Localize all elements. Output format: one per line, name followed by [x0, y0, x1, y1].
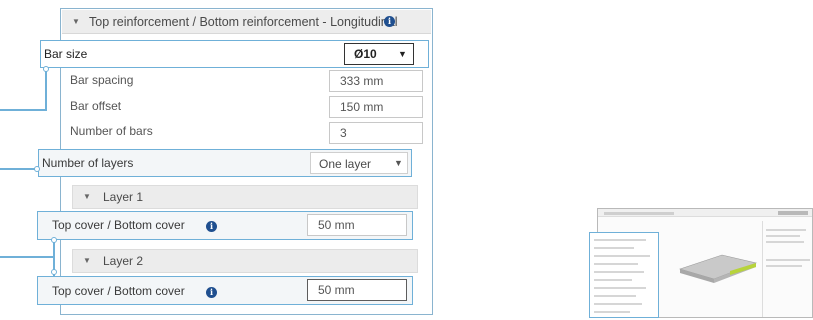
collapse-triangle-icon[interactable]: ▼ — [72, 10, 80, 34]
leader-dot — [34, 166, 40, 172]
leader-dot — [51, 237, 57, 243]
thumbnail-text — [594, 287, 646, 289]
bar-spacing-label: Bar spacing — [70, 73, 134, 87]
number-of-layers-label: Number of layers — [42, 156, 134, 170]
layer-1-title: Layer 1 — [103, 190, 144, 204]
collapse-triangle-icon[interactable]: ▼ — [83, 186, 91, 208]
leader-line — [0, 168, 38, 170]
thumbnail-text — [594, 279, 632, 281]
thumbnail-text — [594, 295, 636, 297]
thumbnail-text — [766, 241, 804, 243]
layer-2-cover-label: Top cover / Bottom cover — [52, 284, 185, 298]
bar-offset-input[interactable]: 150 mm — [329, 96, 423, 118]
thumbnail-toolbar-items — [604, 212, 674, 215]
number-of-layers-dropdown[interactable]: One layer ▼ — [310, 152, 408, 174]
number-of-layers-value: One layer — [319, 157, 372, 171]
layer-2-cover-input[interactable]: 50 mm — [307, 279, 407, 301]
thumbnail-text — [594, 255, 650, 257]
bar-size-value: Ø10 — [354, 47, 377, 61]
layer-1-cover-input[interactable]: 50 mm — [307, 214, 407, 236]
bar-spacing-input[interactable]: 333 mm — [329, 70, 423, 92]
layer-2-title: Layer 2 — [103, 254, 144, 268]
thumbnail-properties-panel — [589, 232, 659, 318]
thumbnail-text — [594, 247, 634, 249]
section-title: Top reinforcement / Bottom reinforcement… — [89, 15, 398, 29]
thumbnail-text — [766, 259, 810, 261]
bar-offset-label: Bar offset — [70, 99, 122, 113]
leader-line — [0, 109, 47, 111]
thumbnail-text — [766, 235, 800, 237]
section-header[interactable]: ▼ Top reinforcement / Bottom reinforceme… — [62, 10, 431, 34]
thumbnail-text — [766, 265, 802, 267]
collapse-triangle-icon[interactable]: ▼ — [83, 250, 91, 272]
thumbnail-text — [594, 303, 642, 305]
thumbnail-text — [766, 229, 806, 231]
leader-line — [45, 68, 47, 110]
bar-size-dropdown[interactable]: Ø10 ▼ — [344, 43, 414, 65]
thumbnail-text — [594, 263, 638, 265]
info-icon[interactable]: i — [384, 16, 395, 27]
layer-1-header[interactable]: ▼ Layer 1 — [72, 185, 418, 209]
leader-line — [0, 256, 55, 258]
bar-size-label: Bar size — [44, 47, 88, 61]
thumbnail-text — [594, 239, 646, 241]
number-of-bars-label: Number of bars — [70, 124, 153, 138]
thumbnail-text — [594, 311, 630, 313]
slab-3d-view — [678, 254, 758, 283]
info-icon[interactable]: i — [206, 221, 217, 232]
leader-dot — [51, 269, 57, 275]
thumbnail-text — [594, 271, 644, 273]
thumbnail-divider — [762, 221, 763, 317]
chevron-down-icon: ▼ — [394, 158, 403, 168]
layer-1-cover-label: Top cover / Bottom cover — [52, 218, 185, 232]
thumbnail-logo — [778, 211, 808, 215]
chevron-down-icon: ▼ — [398, 49, 407, 59]
leader-dot — [43, 66, 49, 72]
number-of-bars-input[interactable]: 3 — [329, 122, 423, 144]
info-icon[interactable]: i — [206, 287, 217, 298]
layer-2-header[interactable]: ▼ Layer 2 — [72, 249, 418, 273]
